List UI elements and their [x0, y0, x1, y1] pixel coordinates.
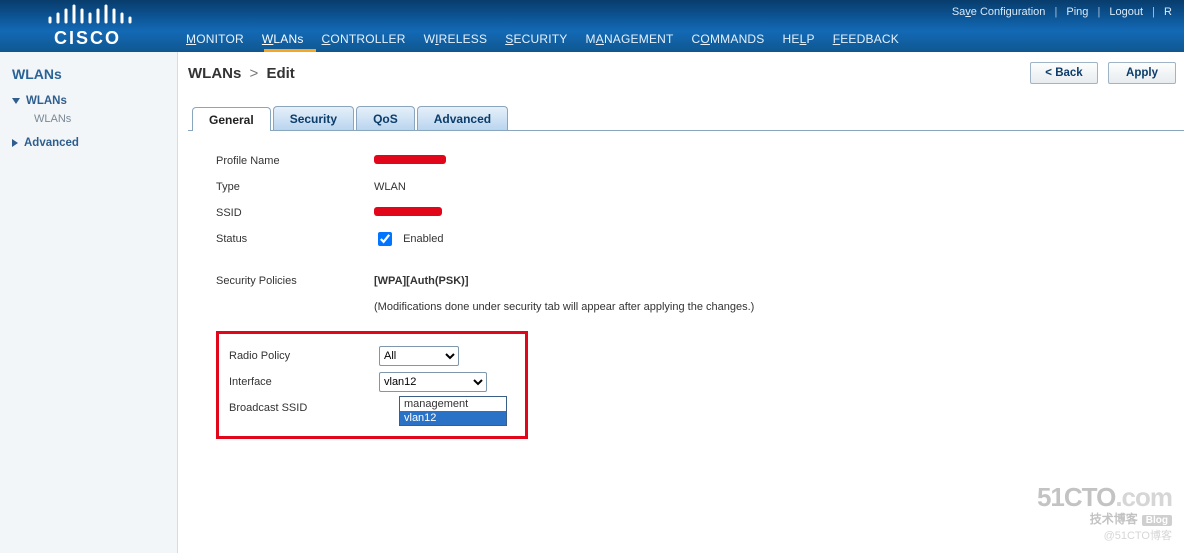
nav-security[interactable]: SECURITY	[505, 32, 567, 46]
nav-wireless[interactable]: WIRELESS	[424, 32, 488, 46]
profile-name-label: Profile Name	[216, 155, 374, 167]
sidebar-item-wlans[interactable]: WLANs	[12, 92, 177, 110]
ssid-label: SSID	[216, 207, 374, 219]
cisco-logo: CISCO	[44, 4, 144, 48]
security-policies-note: (Modifications done under security tab w…	[374, 301, 754, 313]
back-button[interactable]: < Back	[1030, 62, 1098, 84]
interface-option-vlan12[interactable]: vlan12	[400, 411, 506, 425]
security-policies-label: Security Policies	[216, 275, 374, 287]
main-content: WLANs > Edit < Back Apply General Securi…	[178, 52, 1184, 553]
tab-bar: General Security QoS Advanced	[188, 106, 1184, 131]
security-policies-value: [WPA][Auth(PSK)]	[374, 275, 469, 287]
type-value: WLAN	[374, 181, 406, 193]
nav-monitor[interactable]: MONITOR	[186, 32, 244, 46]
top-bar: Save Configuration | Ping | Logout | R C…	[0, 0, 1184, 52]
broadcast-ssid-label: Broadcast SSID	[229, 402, 379, 414]
tab-general[interactable]: General	[192, 107, 271, 131]
interface-dropdown-list[interactable]: management vlan12	[399, 396, 507, 426]
sidebar-item-wlans-sub[interactable]: WLANs	[12, 110, 177, 128]
interface-select[interactable]: vlan12	[379, 372, 487, 392]
refresh-link[interactable]: R	[1160, 6, 1176, 18]
page-title: WLANs > Edit	[188, 65, 295, 82]
sidebar-item-label: WLANs	[26, 95, 67, 107]
chevron-down-icon	[12, 98, 20, 104]
main-nav: MONITOR WLANs CONTROLLER WIRELESS SECURI…	[186, 32, 899, 46]
highlighted-settings: Radio Policy All Interface vlan12 Broadc…	[216, 331, 528, 439]
sidebar-heading: WLANs	[12, 66, 177, 82]
radio-policy-select[interactable]: All	[379, 346, 459, 366]
ssid-value	[374, 207, 442, 219]
profile-name-value	[374, 155, 446, 167]
save-configuration-link[interactable]: Save Configuration	[948, 6, 1050, 18]
sidebar-item-label: Advanced	[24, 137, 79, 149]
radio-policy-label: Radio Policy	[229, 350, 379, 362]
sidebar: WLANs WLANs WLANs Advanced	[0, 52, 178, 553]
logout-link[interactable]: Logout	[1105, 6, 1147, 18]
interface-label: Interface	[229, 376, 379, 388]
watermark: 51CTO.com 技术博客Blog @51CTO博客	[1037, 484, 1172, 543]
svg-text:CISCO: CISCO	[54, 28, 121, 48]
tab-advanced[interactable]: Advanced	[417, 106, 508, 130]
status-checkbox[interactable]	[378, 232, 392, 246]
nav-help[interactable]: HELP	[783, 32, 815, 46]
tab-qos[interactable]: QoS	[356, 106, 415, 130]
ping-link[interactable]: Ping	[1062, 6, 1092, 18]
sidebar-item-label: WLANs	[34, 113, 71, 125]
general-panel: Profile Name Type WLAN SSID Status Enabl…	[188, 131, 1184, 439]
interface-option-management[interactable]: management	[400, 397, 506, 411]
nav-controller[interactable]: CONTROLLER	[322, 32, 406, 46]
type-label: Type	[216, 181, 374, 193]
apply-button[interactable]: Apply	[1108, 62, 1176, 84]
nav-feedback[interactable]: FEEDBACK	[833, 32, 899, 46]
nav-commands[interactable]: COMMANDS	[692, 32, 765, 46]
status-text: Enabled	[403, 233, 443, 245]
status-label: Status	[216, 233, 374, 245]
chevron-right-icon	[12, 139, 18, 147]
sidebar-item-advanced[interactable]: Advanced	[12, 134, 177, 152]
nav-management[interactable]: MANAGEMENT	[586, 32, 674, 46]
tab-security[interactable]: Security	[273, 106, 354, 130]
utility-links: Save Configuration | Ping | Logout | R	[948, 6, 1176, 18]
nav-wlans[interactable]: WLANs	[262, 32, 304, 46]
